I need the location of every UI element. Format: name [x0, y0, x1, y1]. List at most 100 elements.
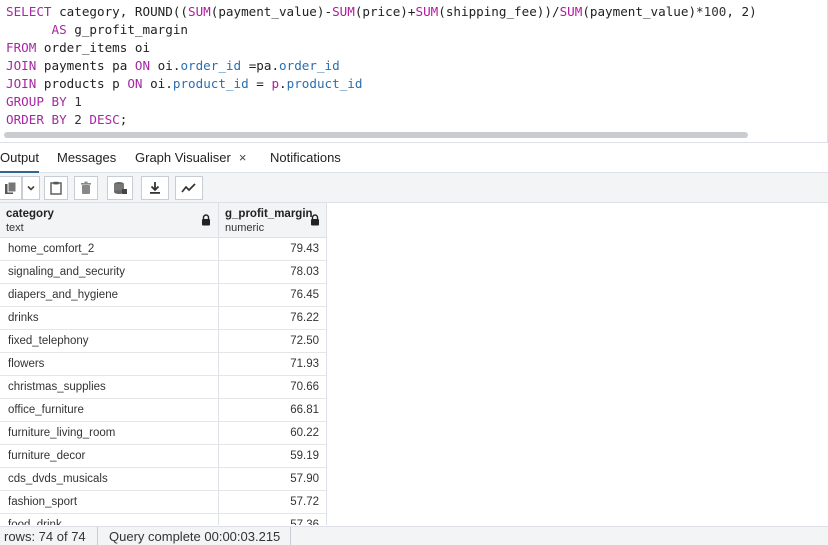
cell-category[interactable]: food_drink [0, 514, 219, 525]
row-count: rows: 74 of 74 [4, 529, 86, 544]
sql-line: JOIN products p ON oi.product_id = p.pro… [6, 75, 757, 93]
cell-category[interactable]: office_furniture [0, 399, 219, 422]
table-row[interactable]: furniture_living_room 60.22 [0, 422, 326, 445]
save-data-icon [114, 182, 127, 194]
cell-g-profit-margin[interactable]: 76.45 [219, 284, 326, 307]
sql-token: SELECT [6, 4, 52, 19]
column-type: numeric [225, 222, 265, 234]
copy-icon [4, 181, 16, 194]
table-row[interactable]: fixed_telephony 72.50 [0, 330, 326, 353]
query-status: Query complete 00:00:03.215 [109, 529, 281, 544]
cell-g-profit-margin[interactable]: 76.22 [219, 307, 326, 330]
sql-token: SUM [559, 4, 583, 19]
cell-g-profit-margin[interactable]: 78.03 [219, 261, 326, 284]
tab-messages-label: Messages [57, 150, 117, 165]
sql-token: product_id [286, 76, 363, 91]
cell-g-profit-margin[interactable]: 71.93 [219, 353, 326, 376]
sql-token: (shipping_fee))/ [438, 4, 560, 19]
sql-token: order_id [279, 58, 340, 73]
sql-line: JOIN payments pa ON oi.order_id =pa.orde… [6, 57, 757, 75]
status-divider [97, 527, 98, 545]
cell-category[interactable]: cds_dvds_musicals [0, 468, 219, 491]
tab-messages[interactable]: Messages [57, 143, 116, 173]
grid-header: category text g_profit_margin numeric [0, 203, 326, 238]
copy-options-dropdown[interactable] [22, 176, 40, 200]
table-row[interactable]: office_furniture 66.81 [0, 399, 326, 422]
cell-g-profit-margin[interactable]: 60.22 [219, 422, 326, 445]
sql-token: ON [127, 76, 143, 91]
cell-g-profit-margin[interactable]: 57.72 [219, 491, 326, 514]
sql-token: , 2) [726, 4, 757, 19]
copy-button[interactable] [0, 176, 22, 200]
status-bar: rows: 74 of 74 Query complete 00:00:03.2… [0, 526, 828, 545]
tab-notifications-label: Notifications [270, 150, 341, 165]
sql-token: (price)+ [354, 4, 416, 19]
cell-category[interactable]: furniture_living_room [0, 422, 219, 445]
cell-g-profit-margin[interactable]: 66.81 [219, 399, 326, 422]
column-type: text [6, 222, 24, 234]
column-name: category [6, 208, 54, 220]
sql-editor[interactable]: SELECT category, ROUND((SUM(payment_valu… [0, 0, 828, 143]
table-row[interactable]: diapers_and_hygiene 76.45 [0, 284, 326, 307]
table-row[interactable]: furniture_decor 59.19 [0, 445, 326, 468]
sql-token: oi. [142, 76, 173, 91]
cell-category[interactable]: diapers_and_hygiene [0, 284, 219, 307]
cell-g-profit-margin[interactable]: 72.50 [219, 330, 326, 353]
sql-token: (payment_value)- [210, 4, 333, 19]
sql-token: oi. [150, 58, 181, 73]
table-row[interactable]: signaling_and_security 78.03 [0, 261, 326, 284]
paste-icon [50, 181, 62, 195]
column-header-category[interactable]: category text [0, 203, 219, 238]
sql-token: 1 [66, 94, 82, 109]
sql-token: category, ROUND(( [51, 4, 188, 19]
save-data-button[interactable] [107, 176, 133, 200]
cell-category[interactable]: flowers [0, 353, 219, 376]
data-output-toolbar [0, 173, 828, 203]
cell-category[interactable]: christmas_supplies [0, 376, 219, 399]
sql-token: = [248, 76, 272, 91]
table-row[interactable]: home_comfort_2 79.43 [0, 238, 326, 261]
sql-token: products p [36, 76, 128, 91]
tab-graph-visualiser[interactable]: Graph Visualiser × [135, 143, 246, 173]
cell-g-profit-margin[interactable]: 59.19 [219, 445, 326, 468]
cell-g-profit-margin[interactable]: 57.90 [219, 468, 326, 491]
download-icon [150, 182, 160, 194]
table-row[interactable]: christmas_supplies 70.66 [0, 376, 326, 399]
delete-button[interactable] [74, 176, 98, 200]
table-row[interactable]: fashion_sport 57.72 [0, 491, 326, 514]
download-button[interactable] [141, 176, 169, 200]
sql-line: GROUP BY 1 [6, 93, 757, 111]
paste-button[interactable] [44, 176, 68, 200]
cell-g-profit-margin[interactable]: 70.66 [219, 376, 326, 399]
column-header-g-profit-margin[interactable]: g_profit_margin numeric [219, 203, 326, 238]
sql-line: ORDER BY 2 DESC; [6, 111, 757, 129]
lock-icon [311, 214, 319, 226]
sql-line: SELECT category, ROUND((SUM(payment_valu… [6, 3, 757, 21]
cell-category[interactable]: drinks [0, 307, 219, 330]
sql-line: FROM order_items oi [6, 39, 757, 57]
cell-category[interactable]: furniture_decor [0, 445, 219, 468]
editor-horizontal-scrollbar[interactable] [4, 132, 748, 138]
graph-button[interactable] [175, 176, 203, 200]
data-grid: category text g_profit_margin numeric ho… [0, 203, 327, 525]
sql-code[interactable]: SELECT category, ROUND((SUM(payment_valu… [6, 3, 757, 129]
sql-token: g_profit_margin [66, 22, 188, 37]
cell-category[interactable]: signaling_and_security [0, 261, 219, 284]
table-row[interactable]: food_drink 57.36 [0, 514, 326, 525]
sql-token: ; [119, 112, 128, 127]
table-row[interactable]: cds_dvds_musicals 57.90 [0, 468, 326, 491]
tab-notifications[interactable]: Notifications [270, 143, 341, 173]
cell-g-profit-margin[interactable]: 57.36 [219, 514, 326, 525]
close-icon[interactable]: × [239, 150, 247, 165]
sql-token: AS [6, 22, 67, 37]
cell-category[interactable]: home_comfort_2 [0, 238, 219, 261]
cell-category[interactable]: fixed_telephony [0, 330, 219, 353]
sql-token: p [271, 76, 280, 91]
table-row[interactable]: flowers 71.93 [0, 353, 326, 376]
cell-category[interactable]: fashion_sport [0, 491, 219, 514]
tab-output[interactable]: Output [0, 143, 40, 173]
table-row[interactable]: drinks 76.22 [0, 307, 326, 330]
sql-token: (payment_value)* [582, 4, 704, 19]
cell-g-profit-margin[interactable]: 79.43 [219, 238, 326, 261]
sql-token: SUM [187, 4, 211, 19]
